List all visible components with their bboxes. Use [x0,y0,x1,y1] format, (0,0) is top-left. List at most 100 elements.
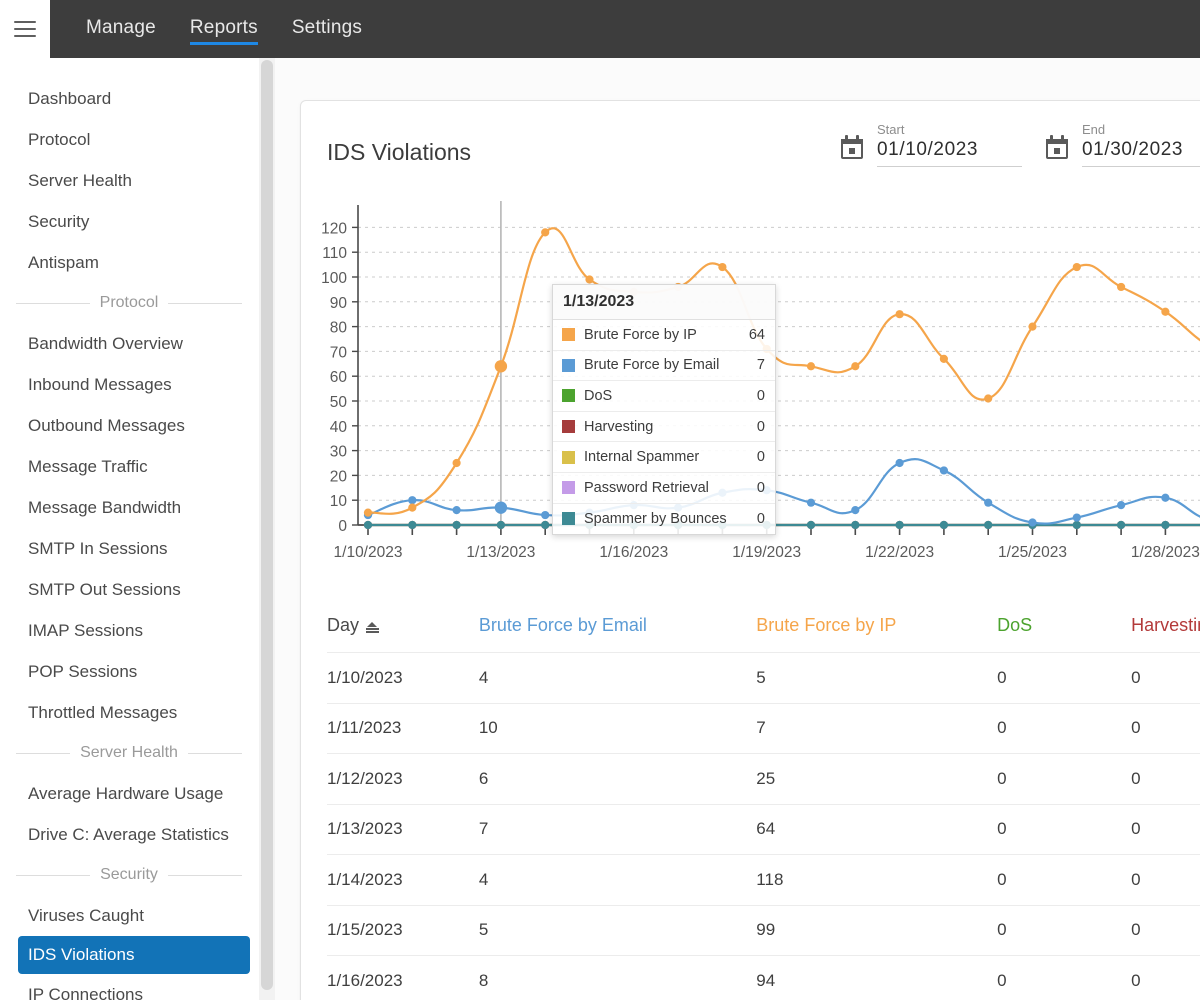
chart-data-point[interactable] [494,501,508,514]
chart-data-point[interactable] [806,520,816,530]
chart-data-point[interactable] [1161,520,1170,530]
chart-data-point[interactable] [452,520,461,530]
table-header-day[interactable]: Day [327,597,479,653]
table-header-dos[interactable]: DoS [997,597,1132,653]
chart-data-point[interactable] [1117,282,1126,292]
table-cell-bfi: 25 [756,753,998,805]
chart-data-point[interactable] [1072,262,1081,272]
chart-data-point[interactable] [541,228,550,237]
chart-x-tick-label: 1/28/2023 [1131,544,1200,561]
chart-data-point[interactable] [1161,307,1170,316]
sidebar-item-ip-connections[interactable]: IP Connections [0,974,250,1000]
chart-data-point[interactable] [718,262,727,272]
sort-ascending-icon[interactable] [366,620,380,633]
end-date-field[interactable]: End 01/30/2023 [1046,121,1200,167]
chart-data-point[interactable] [939,520,949,530]
sidebar-item-drive-c-average-statistics[interactable]: Drive C: Average Statistics [0,814,250,855]
tooltip-series-value: 0 [756,387,765,404]
chart-data-point[interactable] [1117,520,1126,530]
chart-data-point[interactable] [541,520,550,530]
table-header-bfe[interactable]: Brute Force by Email [478,597,757,653]
sidebar-scrollbar-thumb[interactable] [261,60,273,990]
table-row[interactable]: 1/16/2023 8 94 0 0 [327,955,1200,1000]
chart-data-point[interactable] [895,520,904,530]
chart-data-point[interactable] [1117,501,1126,510]
chart-data-point[interactable] [984,498,993,507]
chart-data-point[interactable] [1072,520,1081,530]
sidebar-scrollbar[interactable] [259,58,275,1000]
chart-data-point[interactable] [452,458,461,468]
sidebar-item-average-hardware-usage[interactable]: Average Hardware Usage [0,773,250,814]
table-row[interactable]: 1/10/2023 4 5 0 0 [327,652,1200,704]
report-card: IDS Violations Start 01/10/2023 End 01/3… [300,100,1200,1000]
sidebar-item-pop-sessions[interactable]: POP Sessions [0,651,250,692]
chart-y-tick-label: 50 [330,394,348,411]
sidebar-item-antispam[interactable]: Antispam [0,242,250,283]
table-header-label: Brute Force by Email [478,615,647,635]
chart-x-tick-label: 1/10/2023 [334,544,403,561]
chart-data-point[interactable] [806,362,816,371]
chart-data-point[interactable] [452,506,461,515]
chart-data-point[interactable] [851,362,860,371]
chart-data-point[interactable] [494,360,508,373]
sidebar-item-message-traffic[interactable]: Message Traffic [0,446,250,487]
sidebar-item-protocol[interactable]: Protocol [0,119,250,160]
chart-data-point[interactable] [496,520,505,530]
chart-data-point[interactable] [541,510,550,520]
sidebar-item-server-health[interactable]: Server Health [0,160,250,201]
chart-data-point[interactable] [806,498,816,507]
chart-data-point[interactable] [895,458,904,468]
table-cell-harv: 0 [1131,652,1200,704]
sidebar-item-throttled-messages[interactable]: Throttled Messages [0,692,250,733]
table-header-label: Day [327,615,360,635]
nav-item-settings[interactable]: Settings [278,11,376,47]
chart-data-point[interactable] [408,496,417,505]
table-header-harv[interactable]: Harvesting [1131,597,1200,653]
table-header-bfi[interactable]: Brute Force by IP [756,597,998,653]
chart-data-point[interactable] [851,520,860,530]
end-date-input[interactable]: 01/30/2023 [1082,139,1200,161]
chart-data-point[interactable] [984,520,993,530]
tooltip-series-name: Brute Force by Email [584,357,720,374]
start-date-input[interactable]: 01/10/2023 [877,139,1022,161]
chart-data-point[interactable] [363,520,373,530]
sidebar-item-imap-sessions[interactable]: IMAP Sessions [0,610,250,651]
table-row[interactable]: 1/14/2023 4 118 0 0 [327,854,1200,906]
sidebar-item-security[interactable]: Security [0,201,250,242]
ids-violations-chart[interactable]: 0 10 20 30 40 50 60 70 80 90 100 110 120 1/10/2023 1/1… [301,197,1200,597]
sidebar-item-viruses-caught[interactable]: Viruses Caught [0,895,250,936]
sidebar-item-bandwidth-overview[interactable]: Bandwidth Overview [0,323,250,364]
chart-data-point[interactable] [851,506,860,515]
start-date-field[interactable]: Start 01/10/2023 [841,121,1022,167]
chart-data-point[interactable] [984,394,993,403]
chart-data-point[interactable] [1072,513,1081,522]
chart-data-point[interactable] [408,520,417,530]
sidebar-item-ids-violations[interactable]: IDS Violations [18,936,250,974]
chart-data-point[interactable] [1028,322,1037,331]
table-cell-harv: 0 [1131,955,1200,1000]
chart-data-point[interactable] [895,310,904,319]
chart-data-point[interactable] [585,275,594,284]
table-row[interactable]: 1/12/2023 6 25 0 0 [327,753,1200,805]
table-row[interactable]: 1/15/2023 5 99 0 0 [327,905,1200,956]
nav-item-reports[interactable]: Reports [176,11,272,47]
table-row[interactable]: 1/13/2023 7 64 0 0 [327,804,1200,855]
sidebar-item-dashboard[interactable]: Dashboard [0,78,250,119]
chart-y-tick-label: 30 [330,444,348,461]
chart-data-point[interactable] [408,503,417,512]
sidebar-item-inbound-messages[interactable]: Inbound Messages [0,364,250,405]
sidebar-item-smtp-out-sessions[interactable]: SMTP Out Sessions [0,569,250,610]
sidebar-item-outbound-messages[interactable]: Outbound Messages [0,405,250,446]
sidebar-item-smtp-in-sessions[interactable]: SMTP In Sessions [0,528,250,569]
sidebar-item-message-bandwidth[interactable]: Message Bandwidth [0,487,250,528]
table-row[interactable]: 1/11/2023 10 7 0 0 [327,703,1200,754]
menu-toggle-button[interactable] [0,0,50,58]
chart-data-point[interactable] [939,466,949,475]
nav-item-manage[interactable]: Manage [72,11,170,47]
chart-data-point[interactable] [363,508,373,517]
table-cell-harv: 0 [1131,854,1200,906]
chart-data-point[interactable] [1161,493,1170,502]
table-cell-dos: 0 [997,703,1132,754]
chart-data-point[interactable] [1028,518,1037,527]
chart-data-point[interactable] [939,354,949,363]
